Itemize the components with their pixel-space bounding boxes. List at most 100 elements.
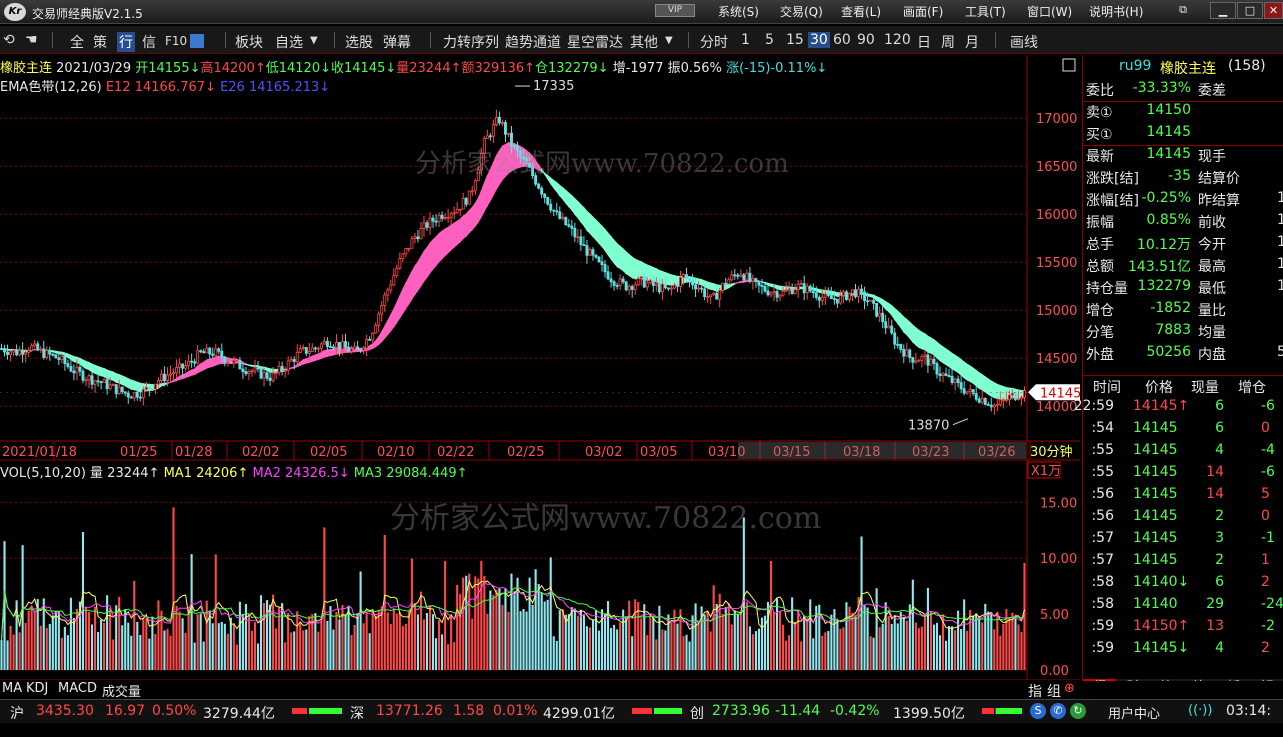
candle-body (754, 278, 758, 282)
candle-body (639, 276, 643, 279)
tool-all[interactable]: 全 (70, 32, 84, 52)
quote-row: 委比 -33.33% 委差 (1083, 79, 1283, 101)
amount-value: 额329136↑ (461, 61, 536, 76)
menu-help[interactable]: 说明书(H) (1089, 3, 1143, 20)
tab-ma[interactable]: MA (2, 681, 22, 696)
tool-info[interactable]: 信 (142, 32, 156, 52)
candle-body (603, 264, 607, 273)
tool-draw-line[interactable]: 画线 (1010, 32, 1038, 52)
maximize-button[interactable]: □ (1237, 2, 1263, 19)
add-icon[interactable]: ⊕ (1064, 681, 1075, 696)
candle-body (335, 342, 338, 348)
tool-sector[interactable]: 板块 (235, 32, 263, 52)
period-120[interactable]: 120 (884, 32, 911, 48)
tick-oi-change: -6 (1261, 398, 1275, 414)
chevron-down-icon[interactable]: ▼ (665, 35, 673, 46)
period-intraday[interactable]: 分时 (700, 32, 728, 52)
tool-danmaku[interactable]: 弹幕 (383, 32, 411, 52)
candle-body (120, 386, 124, 393)
candle-body (377, 313, 381, 326)
candle-body (96, 380, 100, 383)
quote-label-right: 前收 (1198, 215, 1226, 231)
candle-body (147, 386, 151, 389)
tick-oi-change: 5 (1261, 486, 1270, 502)
menu-system[interactable]: 系统(S) (718, 3, 759, 20)
tool-strategy[interactable]: 策 (93, 32, 107, 52)
candle-body (138, 396, 142, 399)
hand-icon[interactable]: ☚ (25, 32, 38, 48)
cy-change: -11.44 (775, 703, 821, 719)
tick-volume: 4 (1215, 640, 1224, 656)
candle-body (190, 360, 194, 363)
tab-volume[interactable]: 成交量 (102, 681, 141, 700)
ema-label: EMA色带(12,26) (0, 80, 102, 95)
period-30[interactable]: 30 (808, 32, 830, 48)
candle-body (199, 350, 203, 353)
period-month[interactable]: 月 (965, 32, 979, 52)
s-icon[interactable]: S (1030, 703, 1046, 719)
period-15[interactable]: 15 (786, 32, 804, 48)
candle-body (262, 372, 266, 379)
period-60[interactable]: 60 (833, 32, 851, 48)
tool-trend-channel[interactable]: 趋势通道 (505, 32, 561, 52)
close-value: 收14145↓ (330, 61, 397, 76)
quote-value-right: 1 (1277, 278, 1283, 294)
candle-body (844, 291, 848, 300)
candle-body (1004, 399, 1008, 401)
menu-trade[interactable]: 交易(Q) (780, 3, 823, 20)
candle-body (265, 372, 269, 379)
tool-star-radar[interactable]: 星空雷达 (567, 32, 623, 52)
period-90[interactable]: 90 (857, 32, 875, 48)
candle-body (69, 366, 73, 372)
period-5[interactable]: 5 (765, 32, 774, 48)
candle-body (223, 356, 227, 363)
menu-tools[interactable]: 工具(T) (965, 3, 1006, 20)
user-center-link[interactable]: 用户中心 (1108, 703, 1160, 722)
tick-oi-change: 2 (1261, 640, 1270, 656)
candle-body (947, 375, 951, 377)
candle-body (669, 287, 673, 290)
candle-body (425, 222, 429, 228)
minimize-button[interactable]: ▁ (1210, 2, 1236, 19)
vip-badge[interactable]: VIP (655, 4, 695, 17)
layout-icon[interactable] (190, 34, 204, 48)
sh-pct: 0.50% (152, 703, 197, 719)
tab-macd[interactable]: MACD (58, 681, 97, 696)
tick-row: :56 14145 2 0 (1083, 507, 1283, 529)
candle-body (283, 369, 287, 372)
sh-breadth-bar (292, 708, 342, 714)
tick-time: :58 (1091, 596, 1114, 612)
period-day[interactable]: 日 (917, 32, 931, 52)
candle-body (386, 289, 390, 296)
candle-body (39, 348, 43, 351)
tab-kdj[interactable]: KDJ (26, 681, 48, 696)
phone-icon[interactable]: ✆ (1050, 703, 1066, 719)
back-icon[interactable]: ⟲ (3, 32, 15, 48)
tab-group[interactable]: 组 (1047, 681, 1061, 701)
symbol-name: 橡胶主连 (0, 61, 53, 76)
refresh-icon[interactable]: ↻ (1070, 703, 1086, 719)
period-1[interactable]: 1 (741, 32, 750, 48)
chart-area[interactable]: 14000 14500 15000 15500 16000 16500 17000 17335… (0, 55, 1080, 680)
chevron-down-icon[interactable]: ▼ (310, 35, 318, 46)
tool-other[interactable]: 其他 (630, 32, 658, 52)
tab-index[interactable]: 指 (1028, 681, 1042, 701)
candle-body (473, 180, 477, 192)
quote-label-right: 现手 (1198, 149, 1226, 165)
restore-icon[interactable]: ⧉ (1172, 2, 1194, 19)
period-week[interactable]: 周 (941, 32, 955, 52)
tool-f10[interactable]: F10 (165, 34, 187, 48)
candle-body (416, 236, 420, 240)
menu-window[interactable]: 窗口(W) (1027, 3, 1072, 20)
candle-body (902, 349, 906, 357)
tick-row: :58 14140 29 -24 (1083, 595, 1283, 617)
menu-screen[interactable]: 画面(F) (903, 3, 943, 20)
tool-force-sequence[interactable]: 力转序列 (443, 32, 499, 52)
tool-screener[interactable]: 选股 (345, 32, 373, 52)
menu-view[interactable]: 查看(L) (841, 3, 881, 20)
tool-quote[interactable]: 行 (117, 32, 135, 52)
tool-watchlist[interactable]: 自选 (275, 32, 303, 52)
candle-body (455, 209, 459, 214)
candle-body (857, 288, 860, 298)
close-button[interactable]: ✕ (1264, 2, 1283, 19)
